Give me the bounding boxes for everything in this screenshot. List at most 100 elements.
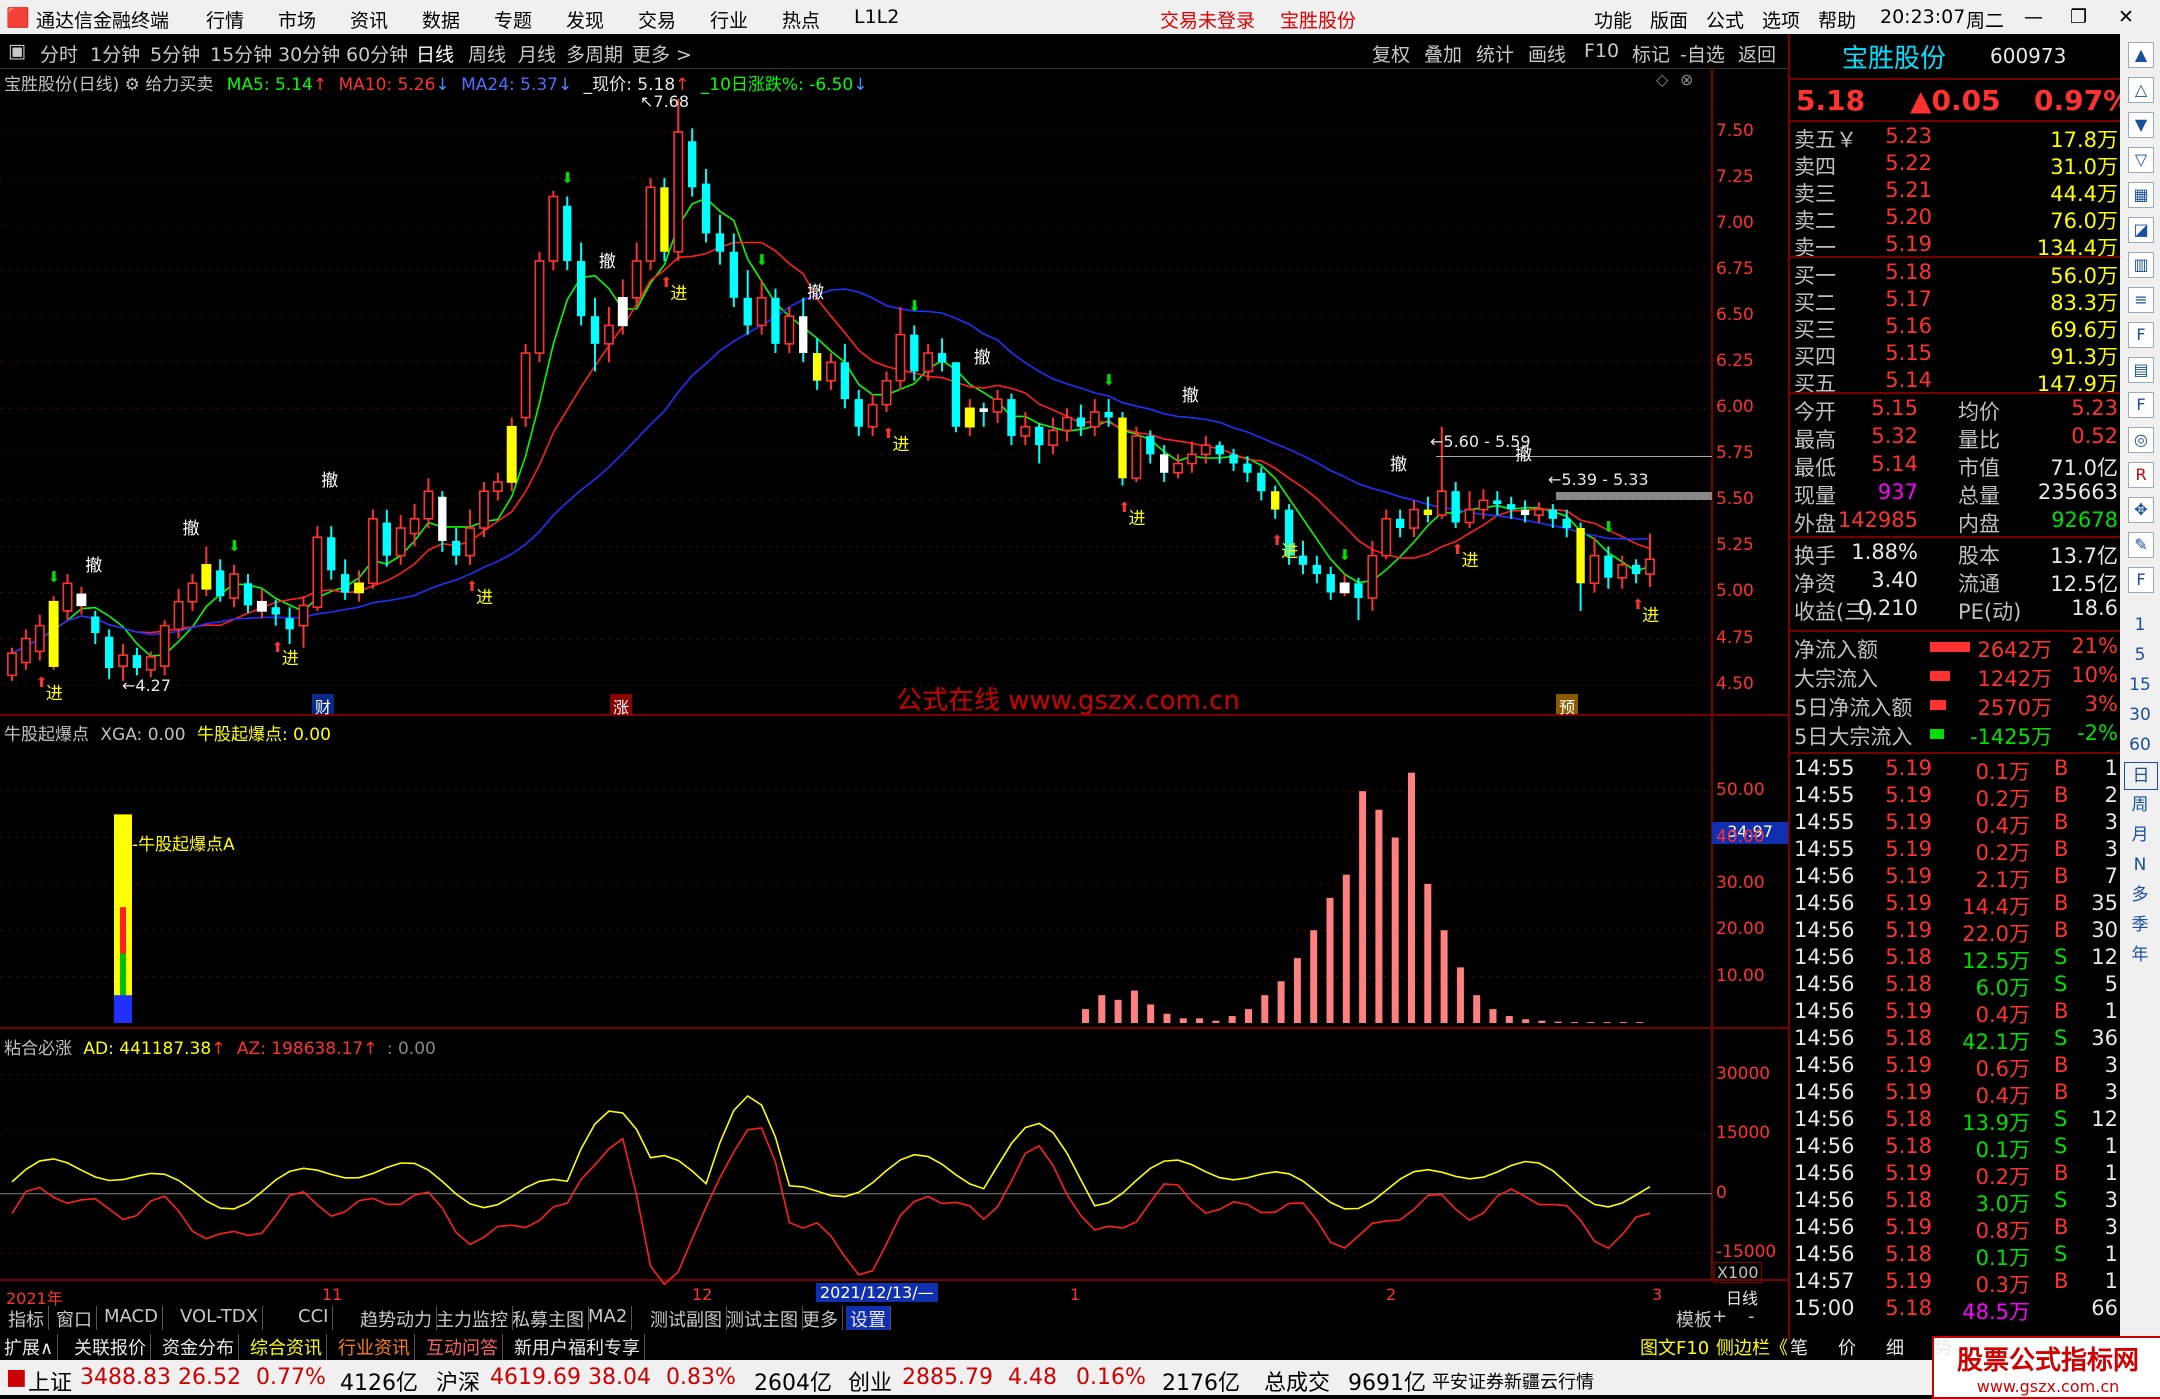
restore-icon[interactable]: ❐ — [2070, 6, 2087, 28]
period-tab[interactable]: 月线 — [518, 40, 556, 67]
indicator-tab[interactable]: 窗口 — [52, 1306, 97, 1331]
info-tab[interactable]: 资金分布 — [162, 1334, 239, 1360]
tick-row[interactable]: 14:56 5.18 13.9万 S 12 — [1790, 1107, 2122, 1135]
tool-button[interactable]: 复权 — [1372, 40, 1410, 67]
sidebar-period[interactable]: 30 — [2124, 702, 2156, 728]
flow-row[interactable]: 大宗流入 1242万 10% — [1790, 663, 2122, 691]
menu-item[interactable]: 帮助 — [1818, 6, 1856, 33]
bid-row[interactable]: 买五 5.14 147.9万 — [1790, 368, 2122, 396]
list-icon[interactable]: ≡ — [2128, 287, 2154, 313]
period-tab-active[interactable]: 日线 — [416, 40, 454, 67]
stat-row[interactable]: 外盘 142985 内盘 92678 — [1790, 508, 2122, 536]
indicator-tab[interactable]: VOL-TDX — [176, 1306, 263, 1330]
close-icon[interactable]: ✕ — [2118, 6, 2134, 28]
bid-row[interactable]: 买一 5.18 56.0万 — [1790, 260, 2122, 288]
indicator-tab[interactable]: MACD — [100, 1306, 163, 1330]
tick-row[interactable]: 14:56 5.19 22.0万 B 30 — [1790, 918, 2122, 946]
info-tab-right[interactable]: 图文F10 — [1640, 1334, 1709, 1360]
tick-row[interactable]: 14:57 5.19 0.3万 B 1 — [1790, 1269, 2122, 1297]
fs-icon[interactable]: F — [2128, 392, 2154, 418]
ask-row[interactable]: 卖二 5.20 76.0万 — [1790, 205, 2122, 233]
rank-icon[interactable]: ▤ — [2128, 357, 2154, 383]
tick-row[interactable]: 14:56 5.19 0.4万 B 1 — [1790, 999, 2122, 1027]
info-tab-right[interactable]: 侧边栏《 — [1716, 1334, 1788, 1360]
grid-icon[interactable]: ▦ — [2128, 182, 2154, 208]
indicator-tab[interactable]: 私募主图 — [508, 1306, 589, 1331]
chart-canvas[interactable] — [0, 68, 1788, 1306]
down-icon[interactable]: ▼ — [2128, 112, 2154, 138]
sidebar-period[interactable]: 日 — [2124, 762, 2158, 790]
period-tab[interactable]: 30分钟 — [278, 40, 340, 67]
cy-label[interactable]: 创业 — [848, 1365, 892, 1397]
tick-row[interactable]: 14:56 5.18 0.1万 S 1 — [1790, 1134, 2122, 1162]
indicator-tab[interactable]: 主力监控 — [432, 1306, 513, 1331]
pen-icon[interactable]: ✎ — [2128, 532, 2154, 558]
up-icon[interactable]: ▲ — [2128, 42, 2154, 68]
indicator-tab[interactable]: MA2 — [584, 1306, 633, 1330]
rsi-icon[interactable]: R — [2128, 462, 2154, 488]
period-tab[interactable]: 15分钟 — [210, 40, 272, 67]
stat-row[interactable]: 最低 5.14 市值 71.0亿 — [1790, 452, 2122, 480]
tool-button[interactable]: 画线 — [1528, 40, 1566, 67]
tick-row[interactable]: 14:55 5.19 0.4万 B 3 — [1790, 810, 2122, 838]
tool-button[interactable]: 返回 — [1738, 40, 1776, 67]
tool-button[interactable]: 叠加 — [1424, 40, 1462, 67]
period-tab-more[interactable]: 更多 > — [632, 40, 692, 67]
info-tab-right[interactable]: 细 — [1886, 1334, 1904, 1360]
menu-item[interactable]: 版面 — [1650, 6, 1688, 33]
login-status[interactable]: 交易未登录 — [1160, 6, 1255, 33]
bid-row[interactable]: 买三 5.16 69.6万 — [1790, 314, 2122, 342]
info-tab[interactable]: 扩展∧ — [4, 1334, 59, 1360]
sh-label[interactable]: 上证 — [28, 1365, 72, 1397]
menu-item[interactable]: 行业 — [710, 6, 748, 33]
bid-row[interactable]: 买二 5.17 83.3万 — [1790, 287, 2122, 315]
ask-row[interactable]: 卖一 5.19 134.4万 — [1790, 232, 2122, 260]
menu-item[interactable]: 专题 — [494, 6, 532, 33]
indicator-tab[interactable]: 测试主图 — [722, 1306, 803, 1331]
tick-row[interactable]: 14:56 5.18 42.1万 S 36 — [1790, 1026, 2122, 1054]
tick-row[interactable]: 14:56 5.19 0.8万 B 3 — [1790, 1215, 2122, 1243]
sidebar-period[interactable]: 季 — [2124, 912, 2156, 938]
info-tab-right[interactable]: 价 — [1838, 1334, 1856, 1360]
indicator-tab[interactable]: 设置 — [846, 1306, 891, 1331]
sidebar-period[interactable]: 5 — [2124, 642, 2156, 668]
tag-zhang[interactable]: 涨 — [610, 694, 632, 717]
tick-row[interactable]: 14:56 5.19 2.1万 B 7 — [1790, 864, 2122, 892]
ask-row[interactable]: 卖四 5.22 31.0万 — [1790, 151, 2122, 179]
indicator-tab[interactable]: 测试副图 — [646, 1306, 727, 1331]
tool-button[interactable]: -自选 — [1680, 40, 1725, 67]
menu-item[interactable]: 热点 — [782, 6, 820, 33]
info-tab[interactable]: 关联报价 — [74, 1334, 151, 1360]
period-tab[interactable]: 多周期 — [566, 40, 623, 67]
tool-button[interactable]: 统计 — [1476, 40, 1514, 67]
f10-icon[interactable]: F — [2128, 322, 2154, 348]
tick-row[interactable]: 14:56 5.19 0.4万 B 3 — [1790, 1080, 2122, 1108]
ask-row[interactable]: 卖三 5.21 44.4万 — [1790, 178, 2122, 206]
tick-row[interactable]: 14:56 5.19 0.6万 B 3 — [1790, 1053, 2122, 1081]
bid-row[interactable]: 买四 5.15 91.3万 — [1790, 341, 2122, 369]
tick-row[interactable]: 14:56 5.18 0.1万 S 1 — [1790, 1242, 2122, 1270]
menu-item[interactable]: 资讯 — [350, 6, 388, 33]
tick-row[interactable]: 14:56 5.19 0.2万 B 1 — [1790, 1161, 2122, 1189]
sidebar-period[interactable]: 年 — [2124, 942, 2156, 968]
bars-icon[interactable]: ▥ — [2128, 252, 2154, 278]
menu-item[interactable]: 功能 — [1594, 6, 1632, 33]
ask-row[interactable]: 卖五￥ 5.23 17.8万 — [1790, 124, 2122, 152]
chart-icon[interactable]: ◪ — [2128, 217, 2154, 243]
menu-item[interactable]: L1L2 — [854, 6, 899, 28]
stat2-row[interactable]: 净资 3.40 流通 12.5亿 — [1790, 568, 2122, 596]
up-icon[interactable]: △ — [2128, 77, 2154, 103]
info-tab[interactable]: 综合资讯 — [250, 1334, 327, 1360]
stat2-row[interactable]: 收益(三) 0.210 PE(动) 18.6 — [1790, 596, 2122, 624]
fs2-icon[interactable]: F — [2128, 567, 2154, 593]
flow-row[interactable]: 5日大宗流入 -1425万 -2% — [1790, 721, 2122, 749]
sz-label[interactable]: 沪深 — [436, 1365, 480, 1397]
tick-row[interactable]: 14:55 5.19 0.1万 B 1 — [1790, 756, 2122, 784]
tag-cai[interactable]: 财 — [312, 694, 334, 717]
compare-icon[interactable]: ◎ — [2128, 427, 2154, 453]
menu-item[interactable]: 交易 — [638, 6, 676, 33]
sidebar-period[interactable]: 1 — [2124, 612, 2156, 638]
period-tab[interactable]: 周线 — [468, 40, 506, 67]
menu-item[interactable]: 行情 — [206, 6, 244, 33]
menu-item[interactable]: 发现 — [566, 6, 604, 33]
